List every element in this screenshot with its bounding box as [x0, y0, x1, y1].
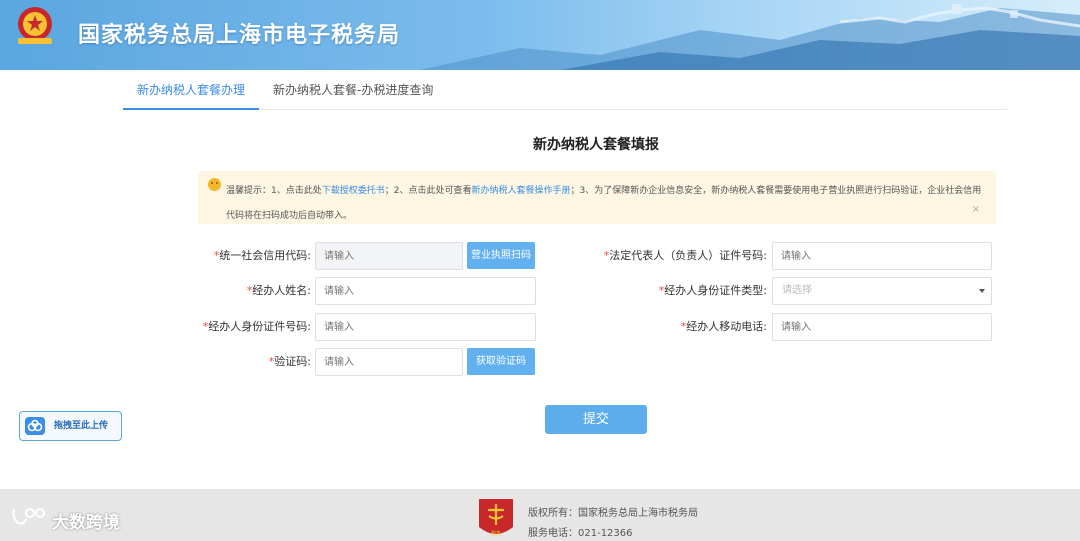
drag-upload-button[interactable]: 拖拽至此上传 — [19, 411, 122, 441]
credit-code-label: *统一社会信用代码: — [180, 242, 311, 270]
verify-code-input[interactable] — [315, 348, 463, 376]
agent-id-type-label-text: 经办人身份证件类型: — [664, 284, 767, 297]
agent-phone-label: *经办人移动电话: — [560, 313, 767, 341]
tab-progress-query[interactable]: 新办纳税人套餐-办税进度查询 — [259, 70, 447, 110]
footer: 大数跨境 税务 版权所有：国家税务总局上海市税务局 服务电话：021-12366 — [0, 489, 1080, 541]
agent-id-type-select[interactable]: 请选择 — [772, 277, 992, 305]
agent-id-type-label: *经办人身份证件类型: — [560, 277, 767, 305]
header-banner: 国家税务总局上海市电子税务局 — [0, 0, 1080, 70]
close-icon[interactable]: × — [972, 204, 980, 215]
tab-bar: 新办纳税人套餐办理 新办纳税人套餐-办税进度查询 — [123, 70, 1007, 110]
submit-button[interactable]: 提交 — [545, 405, 647, 434]
smile-icon — [208, 178, 221, 191]
tab-new-taxpayer-package[interactable]: 新办纳税人套餐办理 — [123, 70, 260, 110]
tax-emblem-icon — [18, 7, 52, 44]
verify-code-label: *验证码: — [180, 348, 311, 376]
download-authorization-link[interactable]: 下载授权委托书 — [322, 186, 385, 196]
tax-shield-logo-icon: 税务 — [479, 499, 513, 537]
agent-phone-input[interactable] — [772, 313, 992, 341]
watermark-logo-icon — [12, 508, 45, 525]
footer-logo-text: 税务 — [491, 530, 501, 537]
agent-id-no-input[interactable] — [315, 313, 536, 341]
legal-rep-id-input[interactable] — [772, 242, 992, 270]
copyright-text: 版权所有：国家税务总局上海市税务局 — [528, 508, 698, 519]
credit-code-input[interactable] — [315, 242, 463, 270]
cloud-upload-icon — [25, 417, 45, 435]
agent-name-label-text: 经办人姓名: — [252, 284, 311, 297]
get-verify-code-button[interactable]: 获取验证码 — [467, 348, 535, 375]
page: 国家税务总局上海市电子税务局 新办纳税人套餐办理 新办纳税人套餐-办税进度查询 … — [0, 0, 1080, 541]
site-title: 国家税务总局上海市电子税务局 — [78, 23, 401, 48]
agent-name-label: *经办人姓名: — [180, 277, 311, 305]
notice-prefix: 温馨提示：1、点击此处 — [226, 186, 322, 196]
agent-id-no-label-text: 经办人身份证件号码: — [208, 320, 311, 333]
legal-rep-id-label-text: 法定代表人（负责人）证件号码: — [609, 249, 767, 262]
agent-id-no-label: *经办人身份证件号码: — [180, 313, 311, 341]
notice-banner: 温馨提示：1、点击此处下载授权委托书；2、点击此处可查看新办纳税人套餐操作手册；… — [198, 171, 996, 224]
manual-link[interactable]: 新办纳税人套餐操作手册 — [471, 186, 570, 196]
caret-down-icon — [979, 289, 985, 293]
notice-text: 温馨提示：1、点击此处下载授权委托书；2、点击此处可查看新办纳税人套餐操作手册；… — [226, 179, 988, 229]
credit-code-label-text: 统一社会信用代码: — [219, 249, 311, 262]
agent-phone-label-text: 经办人移动电话: — [686, 320, 767, 333]
upload-label: 拖拽至此上传 — [54, 421, 109, 431]
legal-rep-id-label: *法定代表人（负责人）证件号码: — [560, 242, 767, 270]
watermark-text: 大数跨境 — [52, 513, 120, 533]
select-placeholder: 请选择 — [782, 285, 812, 296]
form-title: 新办纳税人套餐填报 — [533, 137, 659, 153]
license-scan-button[interactable]: 营业执照扫码 — [467, 242, 535, 269]
notice-mid: ；2、点击此处可查看 — [384, 186, 472, 196]
service-phone-text: 服务电话：021-12366 — [528, 528, 633, 539]
verify-code-label-text: 验证码: — [274, 355, 311, 368]
agent-name-input[interactable] — [315, 277, 536, 305]
